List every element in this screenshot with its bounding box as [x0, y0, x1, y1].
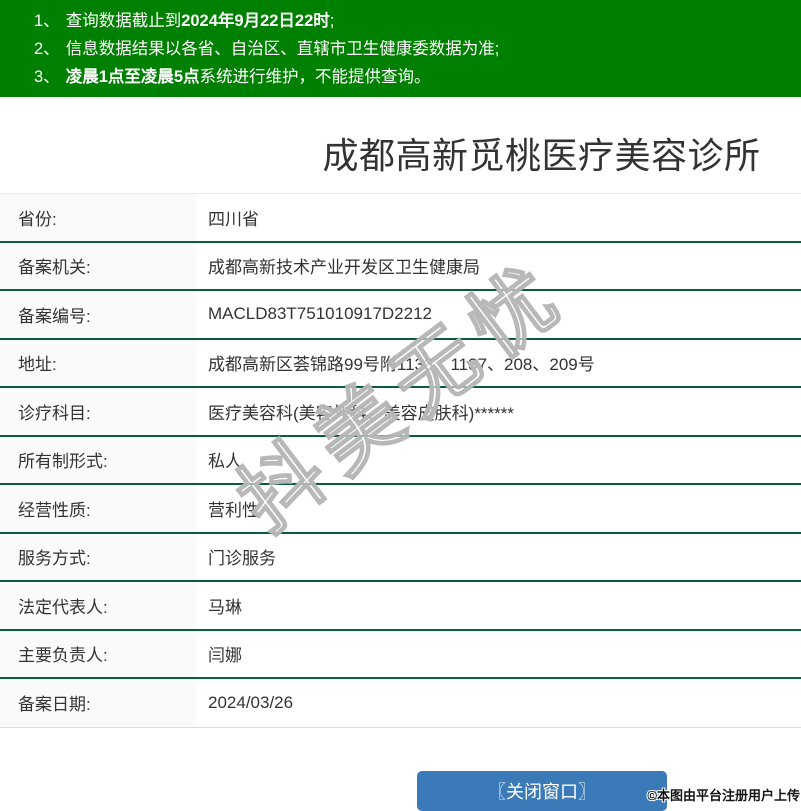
table-row-main-person-in-charge: 主要负责人: 闫娜: [0, 630, 801, 679]
page-title: 成都高新觅桃医疗美容诊所: [322, 135, 761, 176]
table-row-ownership-type: 所有制形式: 私人: [0, 436, 801, 485]
notice-banner: 1、 查询数据截止到2024年9月22日22时; 2、 信息数据结果以各省、自治区、…: [0, 0, 801, 97]
table-row-filing-number: 备案编号: MACLD83T751010917D2212: [0, 291, 801, 340]
notice-text-bold: 2024年9月22日22时: [181, 12, 330, 30]
notice-text: 查询数据截止到: [65, 12, 182, 30]
row-value: 门诊服务: [208, 549, 276, 569]
table-row-business-nature: 经营性质: 营利性: [0, 485, 801, 534]
notice-number: 3、: [34, 68, 60, 86]
row-label: 省份:: [0, 194, 196, 241]
row-value: 成都高新区荟锦路99号附1133、1137、208、209号: [208, 355, 595, 375]
row-label: 法定代表人:: [0, 582, 196, 629]
table-row-service-mode: 服务方式: 门诊服务: [0, 533, 801, 582]
row-label: 备案日期:: [0, 679, 196, 727]
notice-item: 2、 信息数据结果以各省、自治区、直辖市卫生健康委数据为准;: [34, 35, 791, 63]
institution-info-table: 省份: 四川省 备案机关: 成都高新技术产业开发区卫生健康局 备案编号: MAC…: [0, 193, 801, 728]
row-label: 主要负责人:: [0, 630, 196, 677]
notice-number: 2、: [34, 40, 60, 58]
row-label: 地址:: [0, 339, 196, 386]
row-value: 营利性: [208, 500, 259, 520]
table-row-province: 省份: 四川省: [0, 194, 801, 243]
notice-item: 1、 查询数据截止到2024年9月22日22时;: [34, 7, 791, 35]
close-window-button[interactable]: 〖关闭窗口〗: [417, 771, 667, 811]
row-value: 私人: [208, 452, 242, 472]
table-row-treatment-subjects: 诊疗科目: 医疗美容科(美容外科、美容皮肤科)******: [0, 388, 801, 437]
notice-text-bold: 凌晨1点至凌晨5点: [65, 68, 200, 86]
notice-text: 信息数据结果以各省、自治区、直辖市卫生健康委数据为准;: [65, 40, 500, 58]
row-value: MACLD83T751010917D2212: [208, 304, 432, 324]
row-label: 经营性质:: [0, 485, 196, 532]
title-section: 成都高新觅桃医疗美容诊所: [0, 97, 801, 193]
row-value: 成都高新技术产业开发区卫生健康局: [208, 258, 480, 278]
row-label: 诊疗科目:: [0, 388, 196, 435]
notice-item: 3、 凌晨1点至凌晨5点系统进行维护，不能提供查询。: [34, 63, 791, 91]
notice-text: 系统进行维护，不能提供查询。: [199, 68, 431, 86]
row-label: 备案机关:: [0, 242, 196, 289]
notice-text: ;: [329, 12, 335, 30]
table-row-address: 地址: 成都高新区荟锦路99号附1133、1137、208、209号: [0, 339, 801, 388]
table-row-legal-representative: 法定代表人: 马琳: [0, 582, 801, 631]
uploader-credit-watermark: ©本图由平台注册用户上传: [647, 788, 800, 803]
row-value: 闫娜: [208, 646, 242, 666]
row-label: 备案编号:: [0, 291, 196, 338]
table-row-filing-date: 备案日期: 2024/03/26: [0, 679, 801, 728]
row-value: 医疗美容科(美容外科、美容皮肤科)******: [208, 403, 515, 423]
row-value: 马琳: [208, 597, 242, 617]
table-row-filing-authority: 备案机关: 成都高新技术产业开发区卫生健康局: [0, 242, 801, 291]
notice-number: 1、: [34, 12, 60, 30]
row-value: 2024/03/26: [208, 692, 294, 712]
row-value: 四川省: [208, 209, 259, 229]
row-label: 服务方式:: [0, 533, 196, 580]
row-label: 所有制形式:: [0, 436, 196, 483]
